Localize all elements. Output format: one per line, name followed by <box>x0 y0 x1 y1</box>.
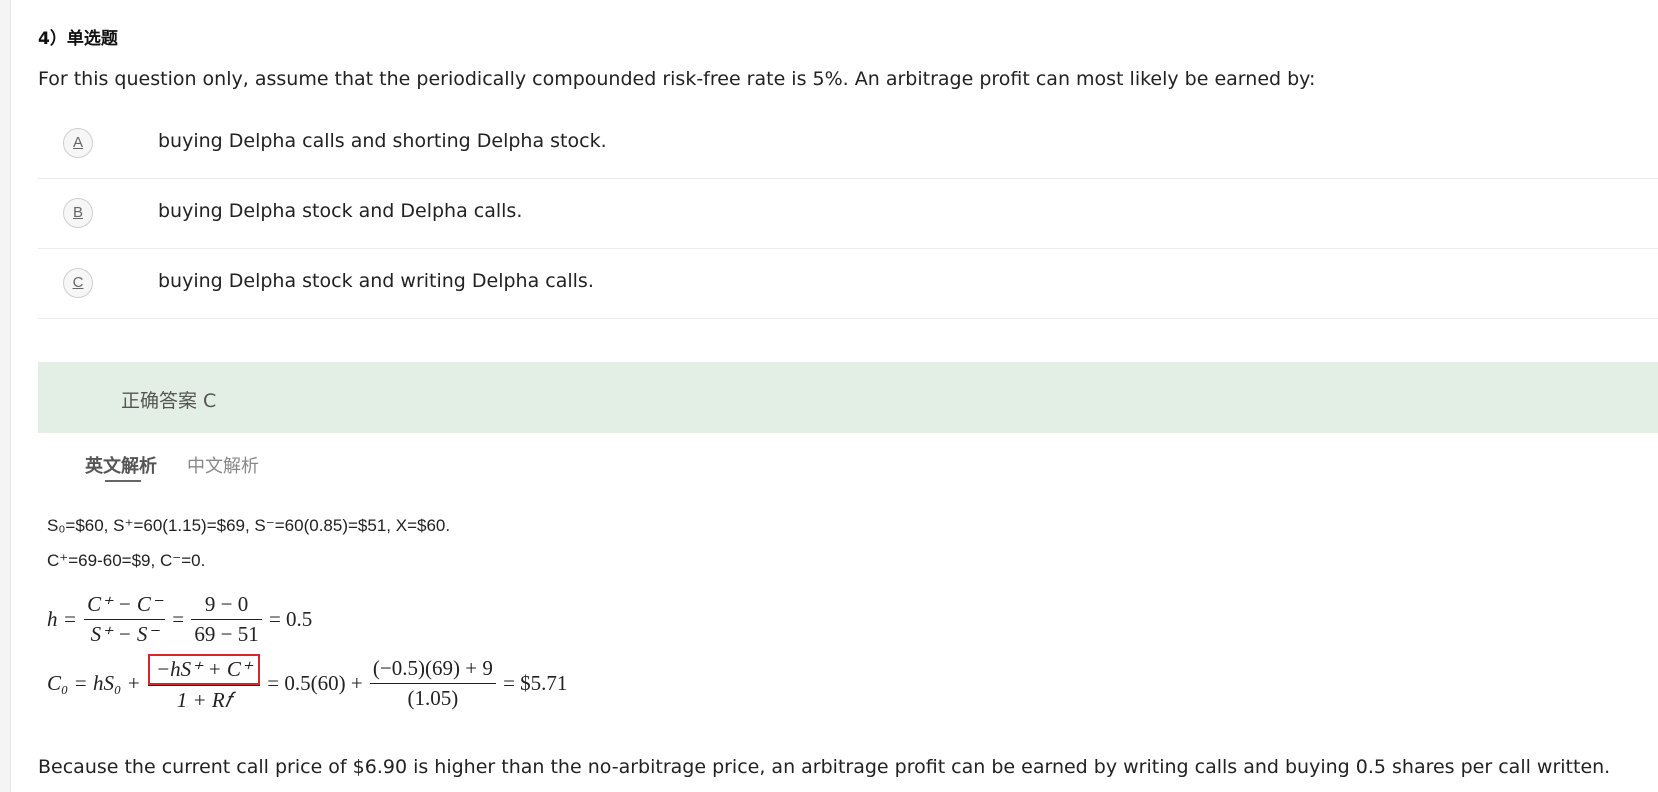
c0-denominator-1: 1 + R𝑓 <box>147 685 260 713</box>
option-b-text: buying Delpha stock and Delpha calls. <box>158 200 523 222</box>
tab-chinese-explanation[interactable]: 中文解析 <box>187 452 259 478</box>
c0-numerator-highlighted: −hS⁺ + C⁺ <box>147 654 260 685</box>
h-equals: = <box>172 607 185 631</box>
c0-lhs: C₀ = hS₀ + <box>47 671 141 695</box>
correct-answer-label: 正确答案 C <box>121 390 217 412</box>
c0-result: = $5.71 <box>503 671 568 695</box>
c0-middle: = 0.5(60) + <box>267 671 363 695</box>
hedge-ratio-formula: h = C⁺ − C⁻ S⁺ − S⁻ = 9 − 0 69 − 51 = 0.… <box>47 592 312 647</box>
c0-numerator-2: (−0.5)(69) + 9 <box>372 656 493 680</box>
option-a[interactable]: A buying Delpha calls and shorting Delph… <box>38 108 1658 179</box>
h-lhs: h = <box>47 607 77 631</box>
option-a-letter[interactable]: A <box>63 128 93 158</box>
option-c-letter[interactable]: C <box>63 268 93 298</box>
h-result: = 0.5 <box>268 607 313 631</box>
h-denominator-2: 69 − 51 <box>191 619 262 647</box>
option-b-letter[interactable]: B <box>63 198 93 228</box>
c0-fraction-2: (−0.5)(69) + 9 (1.05) <box>369 656 496 711</box>
h-numerator-2: 9 − 0 <box>204 592 249 616</box>
question-number: 4）单选题 <box>38 29 118 49</box>
question-text: For this question only, assume that the … <box>38 68 1316 90</box>
option-c[interactable]: C buying Delpha stock and writing Delpha… <box>38 248 1658 319</box>
correct-answer-banner: 正确答案 C <box>38 362 1658 433</box>
explanation-line-2: C⁺=69-60=$9, C⁻=0. <box>47 551 206 570</box>
explanation-line-1: S₀=$60, S⁺=60(1.15)=$69, S⁻=60(0.85)=$51… <box>47 516 451 535</box>
c0-fraction-1: −hS⁺ + C⁺ 1 + R𝑓 <box>147 654 260 713</box>
call-value-formula: C₀ = hS₀ + −hS⁺ + C⁺ 1 + R𝑓 = 0.5(60) + … <box>47 654 567 713</box>
explanation-conclusion: Because the current call price of $6.90 … <box>38 756 1611 778</box>
option-c-text: buying Delpha stock and writing Delpha c… <box>158 270 594 292</box>
left-border <box>0 0 11 792</box>
h-fraction-1: C⁺ − C⁻ S⁺ − S⁻ <box>84 592 166 647</box>
h-denominator-1: S⁺ − S⁻ <box>84 619 166 647</box>
c0-denominator-2: (1.05) <box>369 683 496 711</box>
option-b[interactable]: B buying Delpha stock and Delpha calls. <box>38 178 1658 249</box>
h-numerator-1: C⁺ − C⁻ <box>87 592 163 616</box>
option-a-text: buying Delpha calls and shorting Delpha … <box>158 130 607 152</box>
tab-english-explanation[interactable]: 英文解析 <box>85 452 157 478</box>
active-tab-indicator <box>105 480 141 482</box>
h-fraction-2: 9 − 0 69 − 51 <box>191 592 262 647</box>
